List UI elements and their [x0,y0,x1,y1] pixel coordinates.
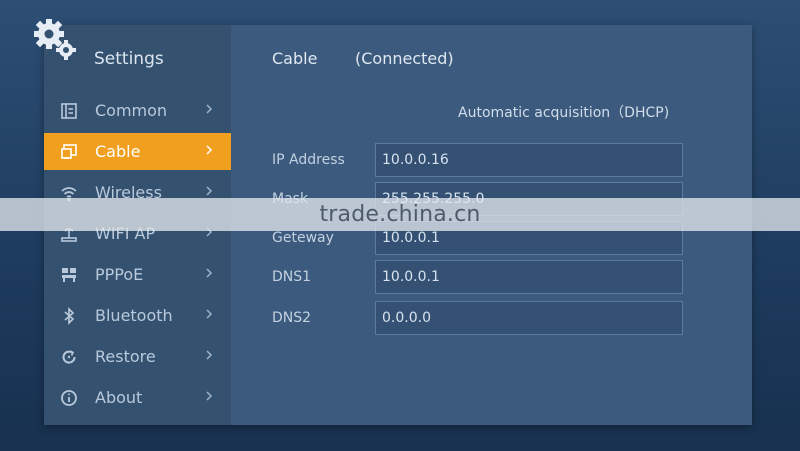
content-title: Cable [272,49,318,68]
sidebar-item-cable[interactable]: Cable [44,133,231,170]
pppoe-icon [60,266,78,284]
ip-address-label: IP Address [272,152,345,168]
chevron-right-icon [206,145,213,155]
sidebar-item-about[interactable]: About [44,379,231,416]
settings-gear-icon [32,17,80,63]
sidebar-item-label: Common [95,101,168,120]
chevron-right-icon [206,186,213,196]
dhcp-mode-label[interactable]: Automatic acquisition（DHCP) [458,102,669,122]
ethernet-icon [60,143,78,161]
sidebar-item-restore[interactable]: Restore [44,338,231,375]
dns2-row: DNS2 [272,301,684,337]
chevron-right-icon [206,350,213,360]
sidebar-item-label: Restore [95,347,156,366]
dns1-row: DNS1 [272,260,684,296]
restore-icon [60,348,78,366]
ip-address-row: IP Address [272,143,684,179]
dns2-field[interactable] [375,301,683,335]
chevron-right-icon [206,309,213,319]
common-settings-icon [60,102,78,120]
sidebar-item-label: About [95,388,143,407]
connection-status: (Connected) [355,49,454,68]
watermark-text: trade.china.cn [319,202,481,227]
sidebar-item-pppoe[interactable]: PPPoE [44,256,231,293]
sidebar-item-label: Cable [95,142,141,161]
sidebar-item-common[interactable]: Common [44,92,231,129]
sidebar-title: Settings [94,49,164,69]
chevron-right-icon [206,268,213,278]
chevron-right-icon [206,391,213,401]
dns1-label: DNS1 [272,269,312,285]
info-icon [60,389,78,407]
sidebar-item-bluetooth[interactable]: Bluetooth [44,297,231,334]
ip-address-field[interactable] [375,143,683,177]
settings-menu: Common Cable Wireless WIFI AP PPPoE Blue… [44,92,231,420]
sidebar-item-label: PPPoE [95,265,144,284]
watermark-banner: trade.china.cn [0,198,800,231]
dns2-label: DNS2 [272,310,312,326]
dns1-field[interactable] [375,260,683,294]
chevron-right-icon [206,104,213,114]
bluetooth-icon [60,306,78,325]
gateway-label: Geteway [272,230,334,246]
sidebar-item-label: Bluetooth [95,306,173,325]
